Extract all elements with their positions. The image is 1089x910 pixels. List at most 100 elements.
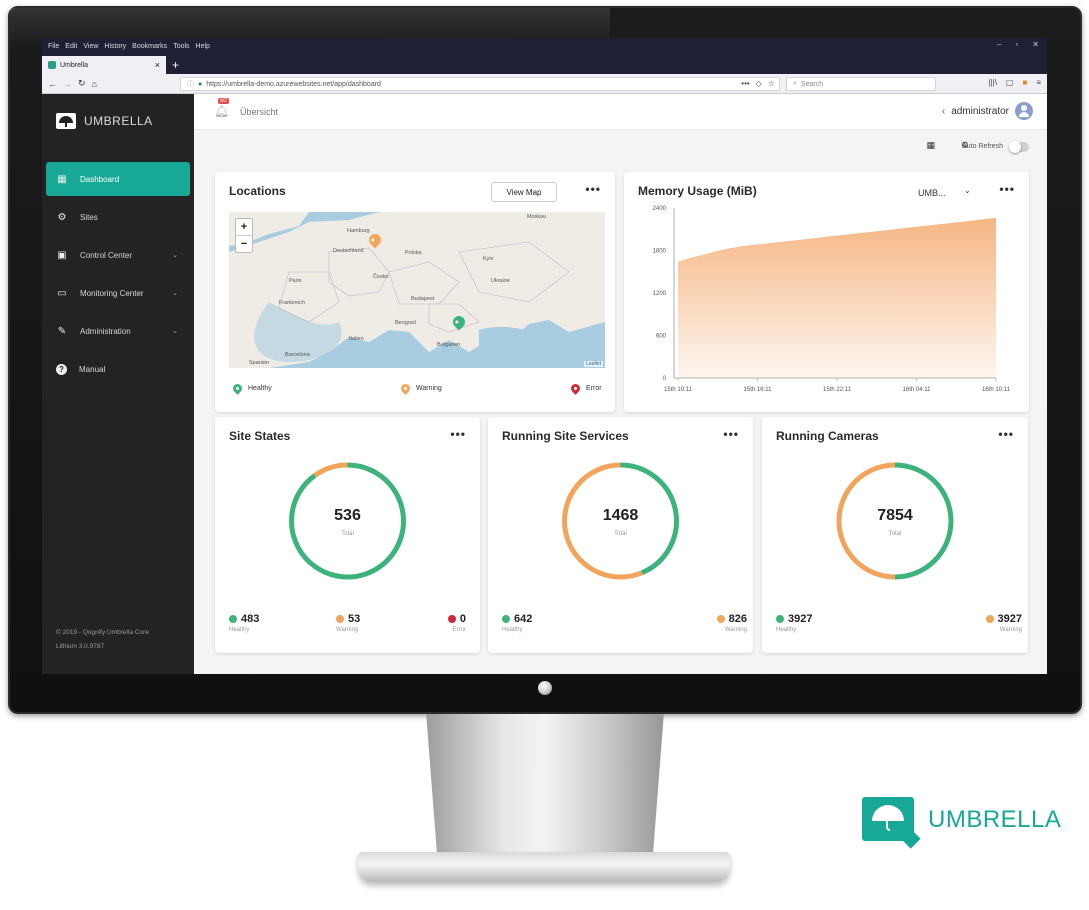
help-icon: ? — [56, 363, 67, 375]
zoom-in-button[interactable]: + — [236, 219, 252, 236]
donut-total: 7854 — [877, 507, 913, 524]
extension-icon[interactable]: ■ — [1022, 78, 1027, 87]
stat-value: 0 — [459, 613, 466, 625]
legend-label: Warning — [416, 385, 442, 392]
menu-edit[interactable]: Edit — [65, 43, 77, 50]
legend-label: Healthy — [248, 385, 272, 392]
sidebar-item-administration[interactable]: ✎ Administration ⌄ — [46, 314, 190, 348]
new-tab-icon[interactable]: + — [172, 58, 179, 72]
back-icon[interactable]: ← — [48, 79, 57, 89]
app: UMBRELLA ▦ Dashboard ⚙ Sites ▣ Control Center… — [42, 94, 1047, 674]
map-label: Frankreich — [279, 300, 305, 306]
lock-icon: ● — [198, 80, 203, 88]
map-label: Barcelona — [285, 352, 310, 358]
bookmark-star-icon[interactable]: ☆ — [768, 79, 775, 88]
library-icon[interactable]: |||\ — [988, 78, 996, 87]
map-label: Moskau — [527, 214, 547, 220]
page-title: Übersicht — [240, 107, 279, 117]
stat-warning: 826 Warning — [716, 613, 747, 633]
close-tab-icon[interactable]: × — [155, 60, 160, 70]
map-attribution[interactable]: Leaflet — [583, 361, 603, 367]
browser-navbar: ← → ↻ ⌂ ⓘ ● https://umbrella-demo.azurew… — [42, 74, 1047, 94]
topbar: 🔔︎ 50 Übersicht ‹ administrator — [194, 94, 1047, 130]
wrench-icon: ✎ — [57, 325, 67, 337]
tab-title: Umbrella — [60, 61, 89, 69]
sidebar-nav: ▦ Dashboard ⚙ Sites ▣ Control Center ⌄ ▭ Monitor… — [42, 162, 194, 386]
stat-value: 826 — [728, 613, 747, 625]
legend-healthy: Healthy — [231, 382, 272, 395]
sidebar-item-dashboard[interactable]: ▦ Dashboard — [46, 162, 190, 196]
auto-refresh-toggle[interactable] — [1009, 141, 1029, 153]
menu-view[interactable]: View — [83, 43, 98, 50]
map-label: Bulgarien — [437, 342, 461, 348]
avatar[interactable] — [1015, 102, 1033, 120]
map[interactable]: + − Hamburg Deutschland Polska Paris Čes… — [229, 212, 605, 368]
donut-total-label: Total — [614, 531, 627, 537]
minimize-button[interactable]: – — [997, 40, 1001, 49]
monitor-stand — [426, 714, 664, 854]
close-window-button[interactable]: ✕ — [1032, 40, 1039, 49]
cameras-card: Running Cameras ••• 7854 Total 3927 Healthy… — [762, 417, 1028, 653]
stat-healthy: 3927 Healthy — [776, 613, 812, 633]
stat-label: Healthy — [502, 627, 523, 633]
screen: File Edit View History Bookmarks Tools H… — [42, 38, 1047, 674]
stat-label: Healthy — [229, 627, 250, 633]
memory-card: Memory Usage (MiB) UMB... ⌄ ••• 0 600 1200… — [624, 172, 1029, 412]
zoom-controls: + − — [235, 218, 253, 253]
browser-tabbar: Umbrella × + — [42, 54, 1047, 74]
notification-badge: 50 — [218, 98, 229, 104]
map-land — [229, 212, 605, 368]
page-actions-icon[interactable]: ••• — [741, 79, 749, 88]
control-center-icon: ▣ — [57, 249, 67, 261]
sidebar-toggle-icon[interactable]: ▢ — [1006, 78, 1014, 87]
locations-menu-icon[interactable]: ••• — [585, 182, 601, 196]
info-icon[interactable]: ⓘ — [187, 79, 194, 89]
browser-tab[interactable]: Umbrella × — [42, 56, 166, 74]
error-marker-icon — [569, 382, 582, 395]
search-input[interactable]: ⌕ Search — [786, 77, 936, 91]
chevron-down-icon: ⌄ — [172, 290, 178, 297]
view-map-button[interactable]: View Map — [491, 182, 557, 202]
menu-bookmarks[interactable]: Bookmarks — [132, 43, 167, 50]
pocket-icon[interactable]: ◇ — [756, 79, 762, 88]
y-tick-label: 1200 — [653, 291, 667, 297]
brand[interactable]: UMBRELLA — [42, 94, 194, 148]
sidebar-item-sites[interactable]: ⚙ Sites — [46, 200, 190, 234]
url-bar[interactable]: ⓘ ● https://umbrella-demo.azurewebsites.… — [180, 77, 780, 91]
stat-error: 0 Error — [447, 613, 466, 633]
layout-icon[interactable]: ▦ — [926, 140, 935, 151]
y-tick-label: 1800 — [653, 249, 667, 255]
auto-refresh-label: Auto Refresh — [962, 143, 1003, 150]
donut-total-label: Total — [888, 531, 902, 537]
sidebar-item-label: Control Center — [80, 250, 133, 260]
sidebar-item-manual[interactable]: ? Manual — [46, 352, 190, 386]
map-label: Polska — [405, 250, 422, 256]
menu-file[interactable]: File — [48, 43, 59, 50]
sidebar-footer: © 2019 - Qognify Umbrella Core Lithium 3… — [56, 626, 149, 654]
user-menu[interactable]: ‹ administrator — [942, 102, 1033, 120]
locations-card: Locations View Map ••• + − Hamburg Deuts… — [215, 172, 615, 412]
menu-tools[interactable]: Tools — [173, 43, 189, 50]
sidebar-item-label: Sites — [80, 212, 98, 222]
status-dot-icon — [776, 615, 784, 623]
brand-name: UMBRELLA — [84, 114, 153, 128]
donut-total: 536 — [334, 507, 361, 524]
chevron-down-icon: ⌄ — [172, 328, 178, 335]
sidebar-item-monitoring-center[interactable]: ▭ Monitoring Center ⌄ — [46, 276, 190, 310]
chevron-left-icon[interactable]: ‹ — [942, 106, 945, 117]
map-label: Italien — [349, 336, 364, 342]
sidebar-item-control-center[interactable]: ▣ Control Center ⌄ — [46, 238, 190, 272]
home-icon[interactable]: ⌂ — [92, 79, 97, 89]
umbrella-logo-icon — [56, 113, 76, 129]
x-tick-label: 15th 22:11 — [823, 387, 852, 393]
hamburger-menu-icon[interactable]: ≡ — [1036, 78, 1041, 87]
x-tick-label: 16th 04:11 — [903, 387, 932, 393]
menu-help[interactable]: Help — [196, 43, 210, 50]
forward-icon[interactable]: → — [63, 79, 72, 89]
zoom-out-button[interactable]: − — [236, 236, 252, 252]
menu-history[interactable]: History — [104, 43, 126, 50]
bell-icon[interactable]: 🔔︎ — [214, 104, 229, 118]
stat-label: Warning — [999, 627, 1022, 633]
reload-icon[interactable]: ↻ — [78, 78, 86, 89]
maximize-button[interactable]: ▫ — [1015, 40, 1018, 49]
